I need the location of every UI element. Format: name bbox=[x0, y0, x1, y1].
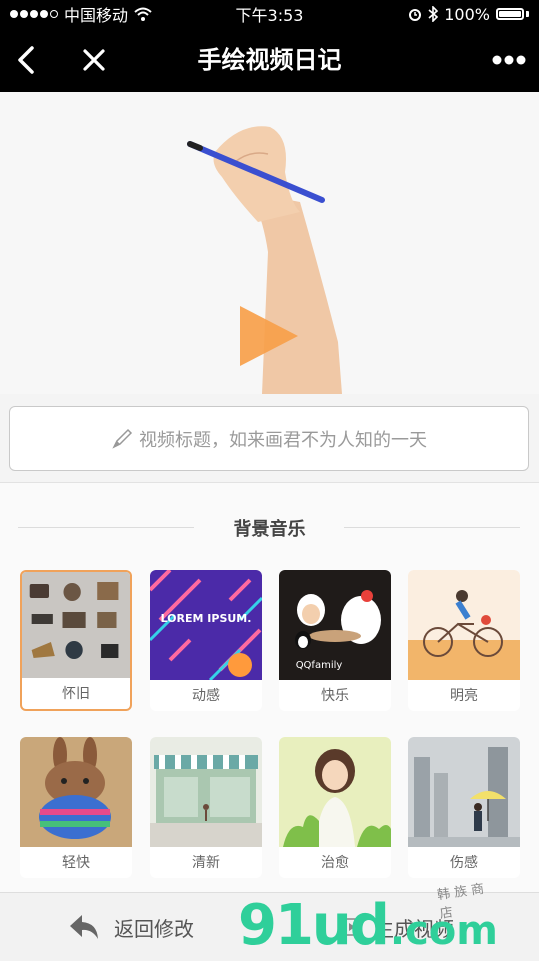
title-placeholder: 视频标题，如来画君不为人知的一天 bbox=[139, 429, 427, 451]
qqfamily-text: QQfamily bbox=[296, 660, 343, 671]
watermark-main: 91ud bbox=[238, 893, 390, 958]
bunny-thumbnail bbox=[20, 737, 132, 847]
music-section: 背景音乐 怀旧 LOREM IPSUM. 动感 QQfamily 快乐 明亮 轻… bbox=[0, 482, 539, 893]
music-item-bright[interactable]: 明亮 bbox=[408, 570, 520, 711]
status-time: 下午3:53 bbox=[235, 6, 304, 25]
vintage-objects-thumbnail bbox=[22, 572, 130, 678]
girl-thumbnail bbox=[279, 737, 391, 847]
music-item-happy[interactable]: QQfamily 快乐 bbox=[279, 570, 391, 711]
divider-right bbox=[344, 527, 520, 528]
music-item-label: 清新 bbox=[192, 855, 220, 871]
music-item-healing[interactable]: 治愈 bbox=[279, 737, 391, 878]
qqfamily-thumbnail: QQfamily bbox=[279, 570, 391, 680]
music-item-fresh[interactable]: 清新 bbox=[150, 737, 262, 878]
music-item-nostalgic[interactable]: 怀旧 bbox=[20, 570, 132, 711]
watermark-logo: 91ud .com 韩 族 商 店 bbox=[238, 878, 498, 958]
music-item-label: 快乐 bbox=[321, 688, 349, 704]
close-button[interactable] bbox=[74, 40, 114, 80]
storefront-thumbnail bbox=[150, 737, 262, 847]
music-item-label: 轻快 bbox=[62, 855, 90, 871]
play-icon[interactable] bbox=[236, 302, 302, 370]
music-item-label: 明亮 bbox=[450, 688, 478, 704]
chevron-left-icon bbox=[18, 46, 34, 74]
music-heading: 背景音乐 bbox=[0, 513, 539, 543]
music-title: 背景音乐 bbox=[233, 519, 306, 540]
back-edit-button[interactable]: 返回修改 bbox=[68, 893, 194, 961]
back-button[interactable] bbox=[6, 40, 46, 80]
music-item-label: 治愈 bbox=[321, 855, 349, 871]
close-icon bbox=[83, 49, 105, 71]
cyclist-thumbnail bbox=[408, 570, 520, 680]
music-item-light[interactable]: 轻快 bbox=[20, 737, 132, 878]
status-bar: 中国移动 下午3:53 100% bbox=[0, 0, 539, 28]
more-icon bbox=[492, 55, 526, 65]
nav-bar: 手绘视频日记 bbox=[0, 28, 539, 92]
video-preview[interactable] bbox=[0, 92, 539, 394]
reply-arrow-icon bbox=[70, 915, 98, 939]
divider-left bbox=[18, 527, 194, 528]
music-item-label: 动感 bbox=[192, 688, 220, 704]
music-item-label: 伤感 bbox=[450, 855, 478, 871]
battery-icon bbox=[496, 8, 524, 20]
pencil-icon bbox=[112, 428, 133, 449]
abstract-purple-thumbnail: LOREM IPSUM. bbox=[150, 570, 262, 680]
music-item-sad[interactable]: 伤感 bbox=[408, 737, 520, 878]
music-item-dynamic[interactable]: LOREM IPSUM. 动感 bbox=[150, 570, 262, 711]
video-title-input[interactable]: 视频标题，如来画君不为人知的一天 bbox=[9, 406, 529, 471]
lorem-text: LOREM IPSUM. bbox=[161, 612, 252, 625]
music-item-label: 怀旧 bbox=[62, 686, 90, 702]
more-button[interactable] bbox=[489, 40, 529, 80]
back-edit-label: 返回修改 bbox=[114, 916, 194, 941]
rainy-city-thumbnail bbox=[408, 737, 520, 847]
